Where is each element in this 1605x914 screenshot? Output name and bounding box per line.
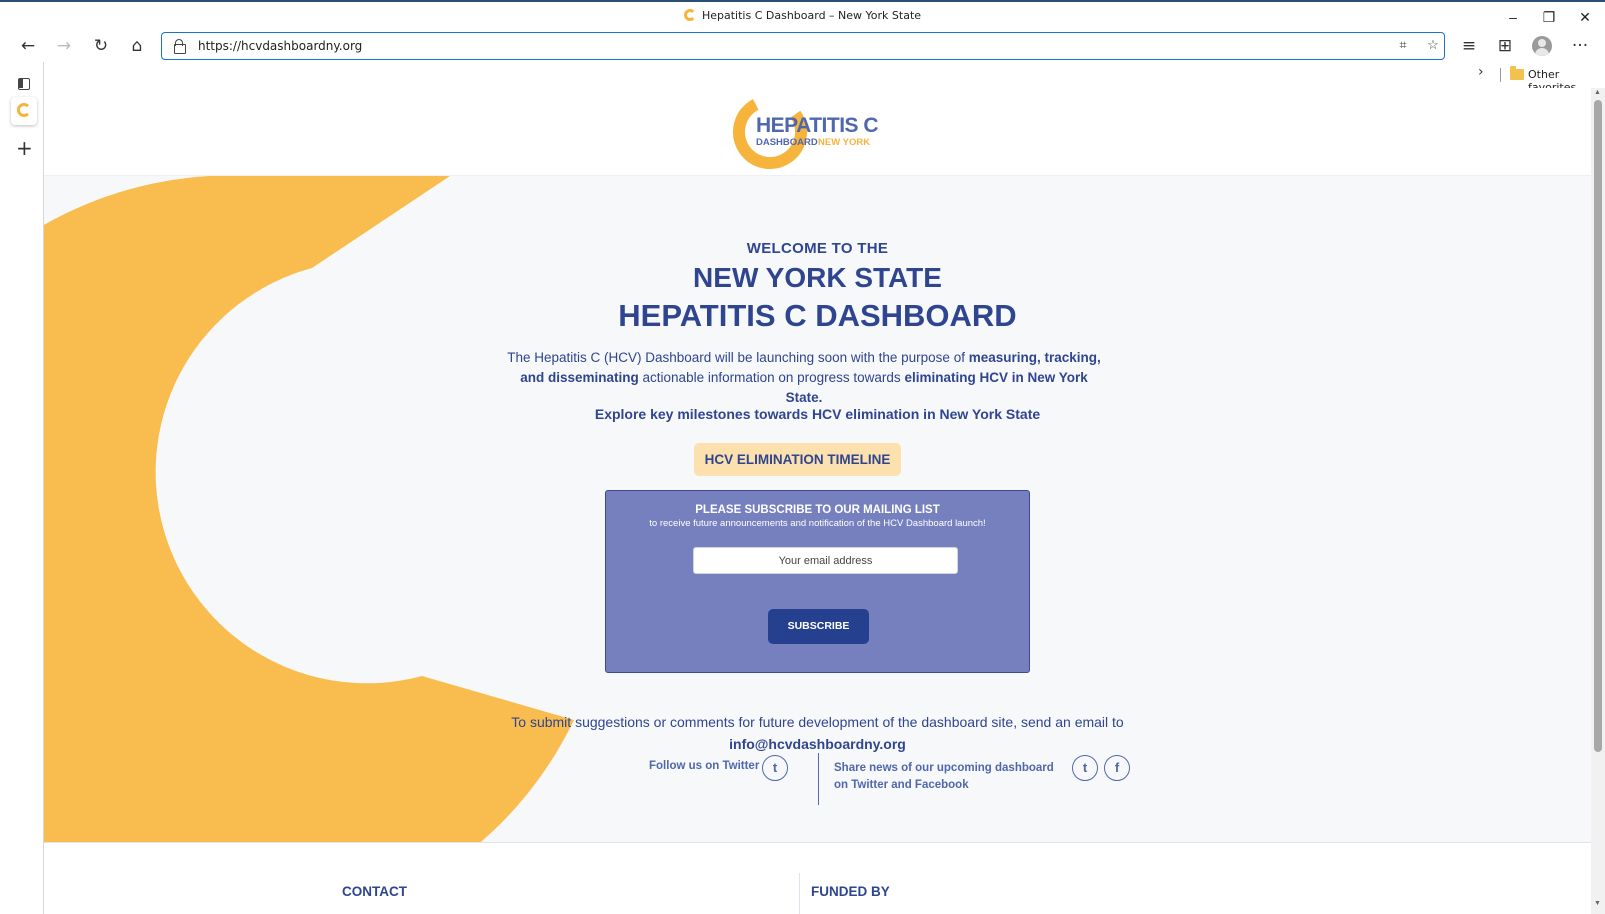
home-button[interactable]: ⌂ xyxy=(123,33,151,59)
qr-code-icon[interactable]: ⌗ xyxy=(1393,37,1413,55)
subscribe-panel: PLEASE SUBSCRIBE TO OUR MAILING LIST to … xyxy=(605,490,1030,673)
twitter-share-icon[interactable]: t xyxy=(1072,755,1098,781)
close-window-button[interactable]: ✕ xyxy=(1568,6,1602,28)
tab-actions-icon[interactable] xyxy=(18,78,30,90)
browser-toolbar: ← → ↻ ⌂ https://hcvdashboardny.org ⌗ ☆ ≡… xyxy=(0,30,1605,62)
subscribe-subheading: to receive future announcements and noti… xyxy=(649,518,986,529)
site-header: HEPATITIS C DASHBOARD NEW YORK xyxy=(44,88,1591,176)
headline-dashboard: HEPATITIS C DASHBOARD xyxy=(618,298,1017,333)
address-bar[interactable]: https://hcvdashboardny.org ⌗ ☆ xyxy=(161,32,1445,60)
share-text: Share news of our upcoming dashboard on … xyxy=(834,762,1054,791)
minimize-button[interactable]: – xyxy=(1496,6,1530,28)
web-page: HEPATITIS C DASHBOARD NEW YORK WELCOME T… xyxy=(44,88,1591,914)
contact-email-link: info@hcvdashboardny.org xyxy=(44,736,1591,752)
back-button[interactable]: ← xyxy=(14,33,42,59)
site-favicon-icon xyxy=(683,9,696,21)
lock-icon[interactable] xyxy=(174,39,186,54)
scroll-down-icon[interactable]: ▼ xyxy=(1594,900,1601,907)
browser-window: Hepatitis C Dashboard – New York State –… xyxy=(0,0,1605,914)
footer-contact-heading: CONTACT xyxy=(342,884,407,899)
intro-text-2: actionable information on progress towar… xyxy=(638,370,905,385)
favorites-button[interactable]: ≡ xyxy=(1455,33,1483,59)
active-tab[interactable] xyxy=(11,97,37,125)
new-tab-button[interactable]: + xyxy=(16,136,33,160)
contact-email[interactable]: info@hcvdashboardny.org xyxy=(729,736,906,752)
email-input[interactable] xyxy=(693,547,958,574)
window-title-wrap: Hepatitis C Dashboard – New York State xyxy=(0,9,1605,22)
favorites-bar: › Other favorites xyxy=(44,62,1605,94)
intro-text-1: The Hepatitis C (HCV) Dashboard will be … xyxy=(507,350,969,365)
chevron-right-icon[interactable]: › xyxy=(1478,64,1484,80)
intro-paragraph: The Hepatitis C (HCV) Dashboard will be … xyxy=(504,348,1104,408)
restore-button[interactable]: ❐ xyxy=(1532,6,1566,28)
refresh-button[interactable]: ↻ xyxy=(87,33,115,59)
footer-divider xyxy=(799,873,800,914)
title-bar: Hepatitis C Dashboard – New York State –… xyxy=(0,0,1605,30)
forward-button[interactable]: → xyxy=(50,33,78,59)
social-divider xyxy=(818,753,819,805)
footer-funded-heading: FUNDED BY xyxy=(811,884,890,899)
facebook-share-icon[interactable]: f xyxy=(1104,755,1130,781)
folder-icon[interactable] xyxy=(1510,66,1524,80)
site-logo[interactable]: HEPATITIS C DASHBOARD NEW YORK xyxy=(731,93,891,173)
subscribe-heading: PLEASE SUBSCRIBE TO OUR MAILING LIST xyxy=(695,504,940,516)
logo-text-main: HEPATITIS C xyxy=(756,114,879,137)
logo-text-new-york: NEW YORK xyxy=(818,137,871,148)
site-footer: CONTACT FUNDED BY xyxy=(44,842,1591,914)
logo-text-dashboard: DASHBOARD xyxy=(756,137,818,148)
follow-twitter-text: Follow us on Twitter xyxy=(649,760,760,772)
vertical-tabs-sidebar: + xyxy=(5,62,44,914)
site-favicon-icon xyxy=(17,103,31,117)
window-title: Hepatitis C Dashboard – New York State xyxy=(701,9,922,22)
hcv-timeline-button[interactable]: HCV ELIMINATION TIMELINE xyxy=(694,443,901,476)
subscribe-button[interactable]: SUBSCRIBE xyxy=(768,609,869,644)
address-url[interactable]: https://hcvdashboardny.org xyxy=(198,39,362,53)
page-scrollbar[interactable]: ▲ ▼ xyxy=(1591,88,1605,914)
favorites-divider xyxy=(1500,68,1501,82)
scrollbar-thumb[interactable] xyxy=(1594,100,1602,752)
headline-new-york-state: NEW YORK STATE xyxy=(693,262,942,293)
profile-avatar-icon[interactable] xyxy=(1532,36,1552,56)
welcome-text: WELCOME TO THE xyxy=(746,240,889,257)
suggestion-text: To submit suggestions or comments for fu… xyxy=(511,714,1124,730)
scroll-up-icon[interactable]: ▲ xyxy=(1594,89,1601,96)
add-favorite-icon[interactable]: ☆ xyxy=(1423,37,1443,55)
twitter-follow-icon[interactable]: t xyxy=(762,755,788,781)
explore-text: Explore key milestones towards HCV elimi… xyxy=(594,406,1041,422)
settings-more-button[interactable]: ··· xyxy=(1566,33,1594,59)
collections-button[interactable]: ⊞ xyxy=(1491,33,1519,59)
